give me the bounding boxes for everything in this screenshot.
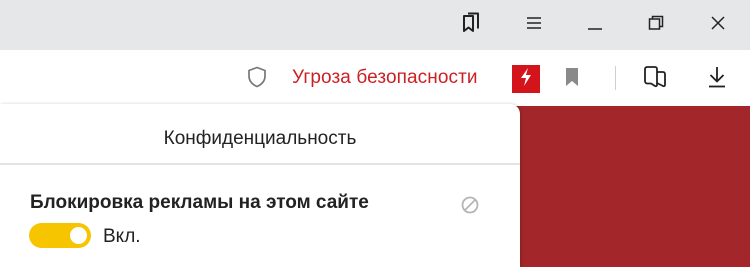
- lightning-icon: [519, 67, 533, 92]
- bookmark-button[interactable]: [560, 66, 584, 92]
- adblock-setting-label: Блокировка рекламы на этом сайте: [30, 192, 369, 213]
- minimize-button[interactable]: [566, 0, 624, 50]
- collections-button[interactable]: [442, 0, 500, 50]
- reader-button[interactable]: [640, 64, 670, 94]
- menu-button[interactable]: [505, 0, 563, 50]
- window-titlebar: [0, 0, 750, 50]
- download-icon: [706, 65, 728, 94]
- close-button[interactable]: [689, 0, 747, 50]
- turbo-button[interactable]: [512, 65, 540, 93]
- restore-button[interactable]: [627, 0, 685, 50]
- minimize-icon: [587, 15, 603, 36]
- toggle-state-label: Вкл.: [103, 226, 141, 247]
- collections-icon: [461, 12, 481, 39]
- hamburger-icon: [526, 16, 542, 35]
- shield-icon: [247, 66, 267, 93]
- adblock-toggle[interactable]: [29, 223, 91, 248]
- close-icon: [710, 15, 726, 36]
- bookmark-icon: [564, 67, 580, 92]
- popup-title: Конфиденциальность: [163, 128, 357, 149]
- security-threat-label[interactable]: Угроза безопасности: [292, 67, 478, 89]
- privacy-popup: Конфиденциальность Блокировка рекламы на…: [0, 104, 520, 267]
- popup-divider: [0, 163, 520, 165]
- downloads-button[interactable]: [702, 64, 732, 94]
- blocked-icon: [460, 195, 480, 220]
- reader-view-icon: [642, 64, 668, 95]
- restore-icon: [648, 15, 664, 36]
- browser-toolbar: Угроза безопасности: [0, 50, 750, 106]
- protect-button[interactable]: [244, 66, 270, 92]
- toggle-knob: [70, 227, 87, 244]
- toolbar-separator: [615, 66, 616, 90]
